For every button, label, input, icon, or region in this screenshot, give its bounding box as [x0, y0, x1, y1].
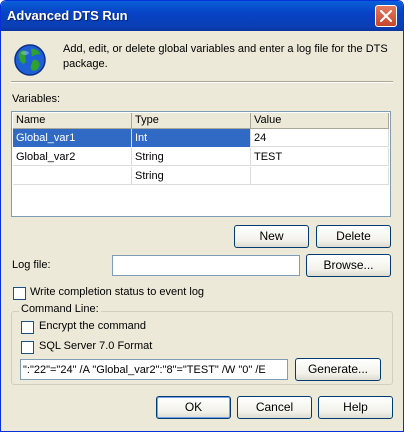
command-line-field[interactable]: ":"22"="24" /A "Global_var2":"8"="TEST" … — [20, 359, 288, 380]
globe-icon — [14, 44, 46, 76]
variables-grid[interactable]: Name Type Value Global_var1 Int 24 Globa… — [11, 111, 391, 217]
browse-button[interactable]: Browse... — [306, 254, 391, 277]
command-line-text: ":"22"="24" /A "Global_var2":"8"="TEST" … — [23, 364, 266, 376]
table-row[interactable]: Global_var1 Int 24 — [13, 129, 389, 147]
log-file-input[interactable] — [112, 255, 300, 276]
table-row[interactable]: Global_var2 String TEST — [13, 148, 389, 166]
log-file-label: Log file: — [12, 259, 51, 271]
column-header-type[interactable]: Type — [132, 113, 251, 129]
cell-name[interactable]: Global_var2 — [13, 148, 132, 166]
table-row[interactable]: String — [13, 167, 389, 185]
cell-name[interactable]: Global_var1 — [13, 129, 132, 147]
cell-name[interactable] — [13, 167, 132, 185]
sql7-format-checkbox[interactable] — [21, 341, 34, 354]
encrypt-label: Encrypt the command — [39, 320, 146, 332]
cell-type[interactable]: String — [132, 167, 251, 185]
ok-button[interactable]: OK — [156, 396, 231, 419]
close-icon — [380, 10, 392, 22]
new-button[interactable]: New — [234, 225, 309, 248]
cell-value[interactable] — [251, 167, 389, 185]
write-status-label: Write completion status to event log — [30, 286, 205, 298]
generate-button[interactable]: Generate... — [295, 358, 381, 381]
cell-value[interactable]: TEST — [251, 148, 389, 166]
write-status-checkbox[interactable] — [13, 287, 26, 300]
sql7-format-label: SQL Server 7.0 Format — [39, 340, 153, 352]
close-button[interactable] — [375, 5, 397, 27]
divider — [11, 81, 393, 83]
window-title: Advanced DTS Run — [7, 8, 128, 23]
encrypt-checkbox[interactable] — [21, 321, 34, 334]
advanced-dts-run-dialog: Advanced DTS Run Add, edit, or delete gl… — [0, 0, 404, 432]
command-line-title: Command Line: — [19, 303, 101, 315]
column-header-value[interactable]: Value — [251, 113, 389, 129]
dialog-description: Add, edit, or delete global variables an… — [63, 43, 388, 70]
cell-type[interactable]: Int — [132, 129, 251, 147]
variables-label: Variables: — [12, 93, 61, 105]
column-header-name[interactable]: Name — [13, 113, 132, 129]
title-bar[interactable]: Advanced DTS Run — [1, 1, 403, 31]
cancel-button[interactable]: Cancel — [237, 396, 312, 419]
help-button[interactable]: Help — [318, 396, 393, 419]
cell-value[interactable]: 24 — [251, 129, 389, 147]
cell-type[interactable]: String — [132, 148, 251, 166]
delete-button[interactable]: Delete — [316, 225, 391, 248]
